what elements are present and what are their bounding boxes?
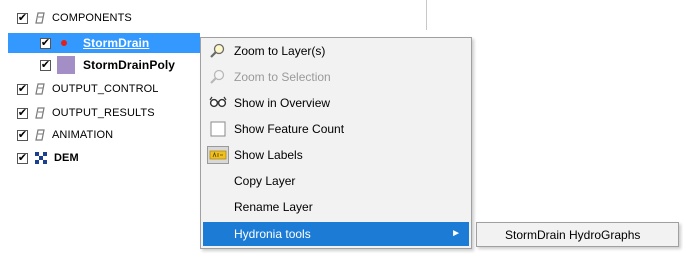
layer-label: StormDrain (83, 36, 150, 50)
menu-item-label: Zoom to Selection (234, 70, 331, 84)
layer-label: OUTPUT_CONTROL (52, 83, 159, 95)
layer-stormdrain[interactable]: ✔ StormDrain (8, 33, 200, 53)
menu-item-label: Hydronia tools (234, 227, 311, 241)
hydronia-tools-submenu: StormDrain HydroGraphs (476, 222, 679, 247)
point-symbol-icon (57, 36, 71, 50)
visibility-checkbox[interactable]: ✔ (17, 107, 28, 119)
polygon-symbol-icon (57, 56, 75, 74)
feature-count-checkbox-icon[interactable] (209, 121, 227, 137)
menu-item-label: Rename Layer (234, 200, 313, 214)
overview-icon (209, 95, 227, 111)
layer-group-icon (34, 11, 46, 25)
menu-item-label: Copy Layer (234, 174, 296, 188)
layer-label: ANIMATION (52, 129, 114, 141)
layer-group-icon (34, 82, 46, 96)
layer-group-animation[interactable]: ✔ ANIMATION (17, 125, 113, 145)
menu-item-show-in-overview[interactable]: Show in Overview (203, 91, 469, 115)
menu-item-hydronia-tools[interactable]: Hydronia tools ► (203, 222, 469, 246)
visibility-checkbox[interactable]: ✔ (17, 12, 28, 24)
visibility-checkbox[interactable]: ✔ (40, 37, 51, 49)
submenu-arrow-icon: ► (451, 228, 461, 239)
menu-item-label: Show Feature Count (234, 122, 345, 136)
visibility-checkbox[interactable]: ✔ (17, 152, 28, 164)
layer-group-components[interactable]: ✔ COMPONENTS (17, 8, 132, 28)
layer-label: COMPONENTS (52, 12, 132, 24)
layer-group-output-control[interactable]: ✔ OUTPUT_CONTROL (17, 79, 159, 99)
menu-item-zoom-to-selection[interactable]: Zoom to Selection (203, 65, 469, 89)
labels-icon (207, 146, 229, 164)
layer-dem[interactable]: ✔ DEM (17, 148, 79, 168)
layer-context-menu: Zoom to Layer(s) Zoom to Selection Show … (200, 37, 472, 249)
layer-label: OUTPUT_RESULTS (52, 107, 155, 119)
layer-label: StormDrainPoly (83, 58, 176, 72)
menu-item-label: Show Labels (234, 148, 303, 162)
raster-icon (34, 151, 48, 165)
menu-item-copy-layer[interactable]: Copy Layer (203, 169, 469, 193)
layer-group-output-results[interactable]: ✔ OUTPUT_RESULTS (17, 103, 155, 123)
layer-group-icon (34, 128, 46, 142)
menu-item-rename-layer[interactable]: Rename Layer (203, 195, 469, 219)
menu-item-label: Zoom to Layer(s) (234, 44, 326, 58)
visibility-checkbox[interactable]: ✔ (17, 129, 28, 141)
zoom-to-selection-icon (209, 69, 227, 85)
zoom-to-layer-icon (209, 43, 227, 59)
layer-group-icon (34, 106, 46, 120)
submenu-item-stormdrain-hydrographs[interactable]: StormDrain HydroGraphs (505, 228, 640, 242)
layer-stormdrainpoly[interactable]: ✔ StormDrainPoly (40, 55, 175, 75)
visibility-checkbox[interactable]: ✔ (40, 59, 51, 71)
menu-item-label: Show in Overview (234, 96, 331, 110)
menu-item-show-labels[interactable]: Show Labels (203, 143, 469, 167)
layer-label: DEM (54, 152, 79, 164)
menu-item-zoom-to-layer[interactable]: Zoom to Layer(s) (203, 39, 469, 63)
menu-item-show-feature-count[interactable]: Show Feature Count (203, 117, 469, 141)
panel-divider (426, 0, 427, 30)
visibility-checkbox[interactable]: ✔ (17, 83, 28, 95)
